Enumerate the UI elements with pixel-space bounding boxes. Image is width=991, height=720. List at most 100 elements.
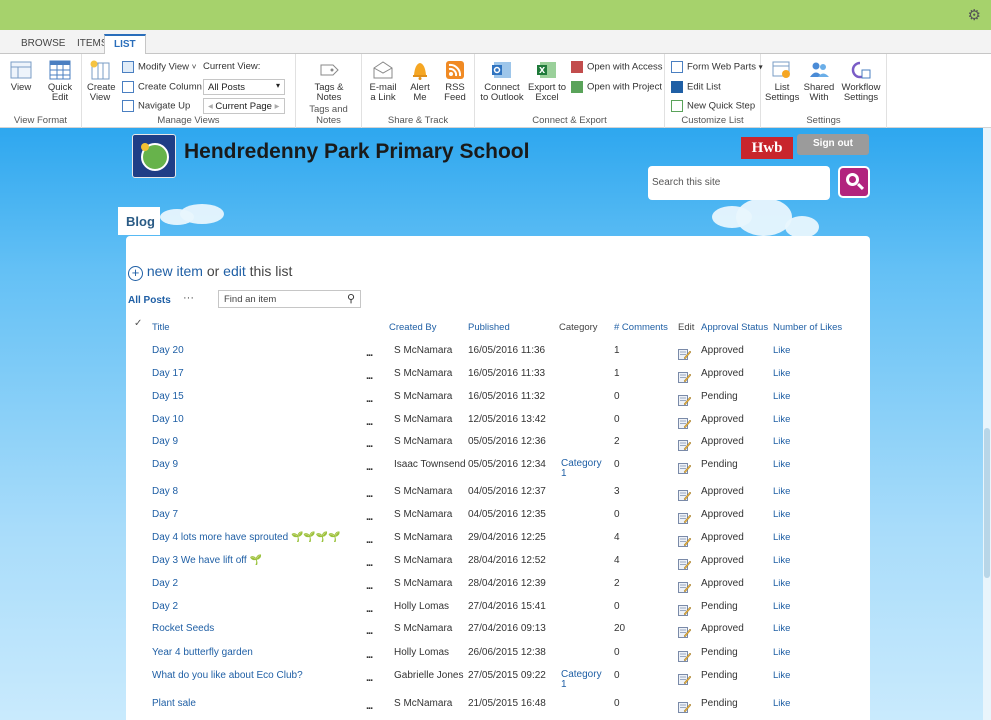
item-menu-ellipsis-icon[interactable]: ... <box>366 461 373 473</box>
scrollbar-thumb[interactable] <box>984 428 990 578</box>
edit-list-button[interactable]: Edit List <box>671 81 721 93</box>
like-link[interactable]: Like <box>773 532 790 543</box>
edit-pencil-icon[interactable] <box>678 701 691 713</box>
like-link[interactable]: Like <box>773 698 790 709</box>
hwb-logo[interactable]: Hwb <box>741 137 793 159</box>
like-link[interactable]: Like <box>773 623 790 634</box>
tab-browse[interactable]: BROWSE <box>12 35 74 54</box>
current-view-select[interactable]: All Posts ▾ <box>203 79 285 95</box>
prev-page-icon[interactable]: ◂ <box>208 101 213 112</box>
like-link[interactable]: Like <box>773 414 790 425</box>
edit-pencil-icon[interactable] <box>678 489 691 501</box>
edit-pencil-icon[interactable] <box>678 581 691 593</box>
item-menu-ellipsis-icon[interactable]: ... <box>366 534 373 546</box>
post-title-link[interactable]: Day 2 <box>152 578 178 589</box>
view-button[interactable]: View <box>10 60 32 93</box>
edit-pencil-icon[interactable] <box>678 512 691 524</box>
scrollbar[interactable] <box>983 128 991 720</box>
item-menu-ellipsis-icon[interactable]: ... <box>366 347 373 359</box>
like-link[interactable]: Like <box>773 345 790 356</box>
view-all-posts[interactable]: All Posts <box>128 295 171 306</box>
col-header-approval[interactable]: Approval Status <box>701 322 768 333</box>
gear-icon[interactable]: ⚙ <box>968 6 981 24</box>
post-title-link[interactable]: Day 20 <box>152 345 184 356</box>
edit-pencil-icon[interactable] <box>678 673 691 685</box>
select-all-checkmark-icon[interactable]: ✓ <box>134 318 142 329</box>
new-item-link[interactable]: new item <box>147 263 203 279</box>
tab-list[interactable]: LIST <box>104 34 146 55</box>
category-link[interactable]: Category 1 <box>561 459 602 479</box>
col-header-category[interactable]: Category <box>559 322 598 333</box>
like-link[interactable]: Like <box>773 486 790 497</box>
post-title-link[interactable]: Day 3 We have lift off 🌱 <box>152 555 262 566</box>
connect-outlook-button[interactable]: Connect to Outlook <box>480 60 524 103</box>
post-title-link[interactable]: Day 2 <box>152 601 178 612</box>
more-views-icon[interactable]: ··· <box>183 292 194 304</box>
search-input[interactable]: Search this site <box>648 166 830 200</box>
edit-pencil-icon[interactable] <box>678 462 691 474</box>
item-menu-ellipsis-icon[interactable]: ... <box>366 393 373 405</box>
item-menu-ellipsis-icon[interactable]: ... <box>366 580 373 592</box>
tags-notes-button[interactable]: Tags & Notes <box>308 60 350 103</box>
edit-pencil-icon[interactable] <box>678 535 691 547</box>
post-title-link[interactable]: Year 4 butterfly garden <box>152 647 253 658</box>
post-title-link[interactable]: Day 7 <box>152 509 178 520</box>
post-title-link[interactable]: Day 8 <box>152 486 178 497</box>
alert-me-button[interactable]: Alert Me <box>407 60 433 103</box>
item-menu-ellipsis-icon[interactable]: ... <box>366 649 373 661</box>
current-page-control[interactable]: ◂ Current Page ▸ <box>203 98 285 114</box>
open-project-button[interactable]: Open with Project <box>571 81 662 93</box>
new-quick-step-button[interactable]: New Quick Step <box>671 100 755 112</box>
edit-pencil-icon[interactable] <box>678 417 691 429</box>
plus-circle-icon[interactable]: + <box>128 266 143 281</box>
category-link[interactable]: Category 1 <box>561 670 602 690</box>
edit-pencil-icon[interactable] <box>678 439 691 451</box>
post-title-link[interactable]: Day 17 <box>152 368 184 379</box>
modify-view-button[interactable]: Modify View ˅ <box>122 61 196 73</box>
shared-with-button[interactable]: Shared With <box>803 60 835 103</box>
like-link[interactable]: Like <box>773 391 790 402</box>
like-link[interactable]: Like <box>773 647 790 658</box>
item-menu-ellipsis-icon[interactable]: ... <box>366 672 373 684</box>
item-menu-ellipsis-icon[interactable]: ... <box>366 625 373 637</box>
edit-pencil-icon[interactable] <box>678 604 691 616</box>
item-menu-ellipsis-icon[interactable]: ... <box>366 511 373 523</box>
edit-pencil-icon[interactable] <box>678 394 691 406</box>
item-menu-ellipsis-icon[interactable]: ... <box>366 438 373 450</box>
post-title-link[interactable]: Plant sale <box>152 698 196 709</box>
navigate-up-button[interactable]: Navigate Up <box>122 100 190 112</box>
item-menu-ellipsis-icon[interactable]: ... <box>366 416 373 428</box>
search-icon[interactable]: ⚲ <box>347 292 355 305</box>
post-title-link[interactable]: Day 9 <box>152 459 178 470</box>
open-access-button[interactable]: Open with Access <box>571 61 663 73</box>
edit-pencil-icon[interactable] <box>678 650 691 662</box>
edit-list-link[interactable]: edit <box>223 263 246 279</box>
like-link[interactable]: Like <box>773 670 790 681</box>
item-menu-ellipsis-icon[interactable]: ... <box>366 700 373 712</box>
edit-pencil-icon[interactable] <box>678 371 691 383</box>
school-logo[interactable] <box>132 134 176 178</box>
create-column-button[interactable]: Create Column <box>122 81 202 93</box>
like-link[interactable]: Like <box>773 601 790 612</box>
find-item-input[interactable]: Find an item ⚲ <box>218 290 361 308</box>
next-page-icon[interactable]: ▸ <box>275 101 280 112</box>
like-link[interactable]: Like <box>773 459 790 470</box>
edit-pencil-icon[interactable] <box>678 348 691 360</box>
like-link[interactable]: Like <box>773 368 790 379</box>
col-header-title[interactable]: Title <box>152 322 170 333</box>
like-link[interactable]: Like <box>773 436 790 447</box>
sign-out-button[interactable]: Sign out <box>797 134 869 155</box>
quick-edit-button[interactable]: Quick Edit <box>45 60 75 103</box>
edit-pencil-icon[interactable] <box>678 558 691 570</box>
item-menu-ellipsis-icon[interactable]: ... <box>366 557 373 569</box>
create-view-button[interactable]: Create View <box>87 60 116 103</box>
workflow-settings-button[interactable]: Workflow Settings <box>839 60 883 103</box>
post-title-link[interactable]: Day 4 lots more have sprouted 🌱🌱🌱🌱 <box>152 532 341 543</box>
like-link[interactable]: Like <box>773 509 790 520</box>
col-header-created-by[interactable]: Created By <box>389 322 437 333</box>
post-title-link[interactable]: Rocket Seeds <box>152 623 214 634</box>
rss-feed-button[interactable]: RSS Feed <box>442 60 468 103</box>
post-title-link[interactable]: Day 10 <box>152 414 184 425</box>
site-title[interactable]: Hendredenny Park Primary School <box>184 140 529 164</box>
nav-blog[interactable]: Blog <box>118 207 160 235</box>
